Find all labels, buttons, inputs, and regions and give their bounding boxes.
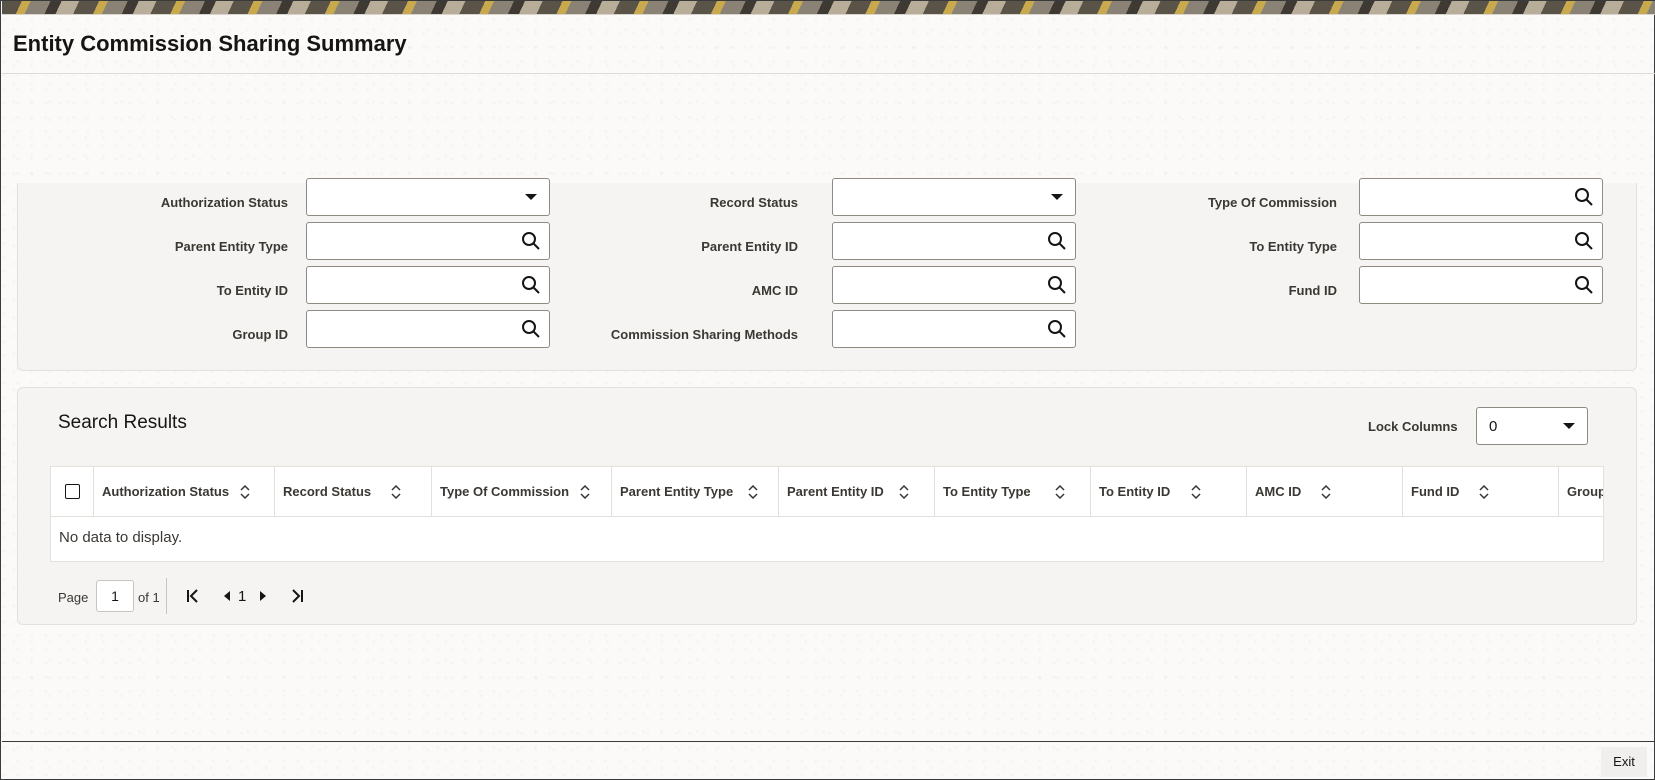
to-entity-type-field[interactable] <box>1359 222 1603 260</box>
search-icon[interactable] <box>1047 319 1067 339</box>
fund-id-field[interactable] <box>1359 266 1603 304</box>
column-header-parent-entity-id[interactable]: Parent Entity ID <box>779 467 935 517</box>
search-icon[interactable] <box>1047 275 1067 295</box>
page-title: Entity Commission Sharing Summary <box>13 31 407 56</box>
column-header-label: To Entity ID <box>1099 484 1171 499</box>
first-page-icon[interactable] <box>184 586 202 606</box>
sort-icon[interactable] <box>1055 485 1065 499</box>
column-header-label: Type Of Commission <box>440 484 570 499</box>
lock-columns-select[interactable]: 0 <box>1476 407 1588 445</box>
group-id-label: Group ID <box>232 327 288 342</box>
type-of-commission-label: Type Of Commission <box>1207 195 1337 210</box>
column-header-group[interactable]: Group <box>1559 467 1604 517</box>
select-all-checkbox[interactable] <box>65 484 80 499</box>
group-id-field[interactable] <box>306 310 550 348</box>
amc-id-label: AMC ID <box>751 283 798 298</box>
authorization-status-label: Authorization Status <box>160 195 288 210</box>
column-header-label: Fund ID <box>1411 484 1460 499</box>
chevron-down-icon <box>1051 194 1063 200</box>
select-all-column <box>51 467 94 517</box>
parent-entity-id-field[interactable] <box>832 222 1076 260</box>
sort-icon[interactable] <box>1191 485 1201 499</box>
commission-sharing-methods-label: Commission Sharing Methods <box>610 327 798 342</box>
column-header-label: AMC ID <box>1255 484 1302 499</box>
sort-icon[interactable] <box>1479 485 1489 499</box>
empty-table-message: No data to display. <box>59 529 183 546</box>
sort-icon[interactable] <box>748 485 758 499</box>
parent-entity-id-label: Parent Entity ID <box>701 239 798 254</box>
to-entity-type-label: To Entity Type <box>1249 239 1337 254</box>
page-count-label: of 1 <box>138 590 160 605</box>
authorization-status-select[interactable] <box>306 178 550 216</box>
sort-icon[interactable] <box>899 485 909 499</box>
to-entity-id-label: To Entity ID <box>216 283 288 298</box>
record-status-select[interactable] <box>832 178 1076 216</box>
sort-icon[interactable] <box>240 485 250 499</box>
search-icon[interactable] <box>1574 275 1594 295</box>
current-page-indicator: 1 <box>238 588 247 605</box>
table-header: Authorization Status Record Status Type … <box>51 467 1604 517</box>
next-page-icon[interactable] <box>254 586 272 606</box>
sort-icon[interactable] <box>391 485 401 499</box>
column-header-to-entity-id[interactable]: To Entity ID <box>1091 467 1247 517</box>
fund-id-label: Fund ID <box>1288 283 1337 298</box>
footer-divider <box>2 741 1655 742</box>
exit-button[interactable]: Exit <box>1601 747 1647 777</box>
column-header-amc-id[interactable]: AMC ID <box>1247 467 1403 517</box>
parent-entity-type-label: Parent Entity Type <box>174 239 288 254</box>
column-header-to-entity-type[interactable]: To Entity Type <box>935 467 1091 517</box>
column-header-label: To Entity Type <box>943 484 1031 499</box>
search-results-panel: Search Results Lock Columns 0 Authorizat… <box>17 387 1637 625</box>
column-header-label: Parent Entity Type <box>620 484 734 499</box>
search-criteria-panel: Authorization Status Record Status Type … <box>17 178 1637 371</box>
title-divider <box>2 73 1655 74</box>
sort-icon[interactable] <box>1321 485 1331 499</box>
page-label: Page <box>58 590 89 605</box>
to-entity-id-field[interactable] <box>306 266 550 304</box>
record-status-label: Record Status <box>709 195 798 210</box>
column-header-type-of-commission[interactable]: Type Of Commission <box>432 467 612 517</box>
column-header-label: Authorization Status <box>102 484 230 499</box>
parent-entity-type-field[interactable] <box>306 222 550 260</box>
column-header-label: Parent Entity ID <box>787 484 884 499</box>
pagination-divider <box>166 578 167 614</box>
column-header-label: Record Status <box>283 484 372 499</box>
search-icon[interactable] <box>1047 231 1067 251</box>
lock-columns-label: Lock Columns <box>1368 419 1458 434</box>
column-header-record-status[interactable]: Record Status <box>275 467 432 517</box>
search-icon[interactable] <box>1574 187 1594 207</box>
sort-icon[interactable] <box>580 485 590 499</box>
lock-columns-value: 0 <box>1489 418 1498 435</box>
page-number-input[interactable]: 1 <box>96 580 134 612</box>
chevron-down-icon <box>1563 423 1575 429</box>
search-icon[interactable] <box>1574 231 1594 251</box>
column-header-fund-id[interactable]: Fund ID <box>1403 467 1559 517</box>
header-banner <box>2 1 1655 15</box>
app-window: Entity Commission Sharing Summary Author… <box>0 0 1655 780</box>
previous-page-icon[interactable] <box>218 586 236 606</box>
type-of-commission-field[interactable] <box>1359 178 1603 216</box>
search-results-title: Search Results <box>58 412 187 433</box>
column-header-authorization-status[interactable]: Authorization Status <box>94 467 275 517</box>
amc-id-field[interactable] <box>832 266 1076 304</box>
column-header-parent-entity-type[interactable]: Parent Entity Type <box>612 467 779 517</box>
last-page-icon[interactable] <box>288 586 306 606</box>
results-table: Authorization Status Record Status Type … <box>50 466 1604 562</box>
column-header-label: Group <box>1567 484 1604 499</box>
commission-sharing-methods-field[interactable] <box>832 310 1076 348</box>
pagination: Page 1 of 1 1 <box>58 578 458 614</box>
